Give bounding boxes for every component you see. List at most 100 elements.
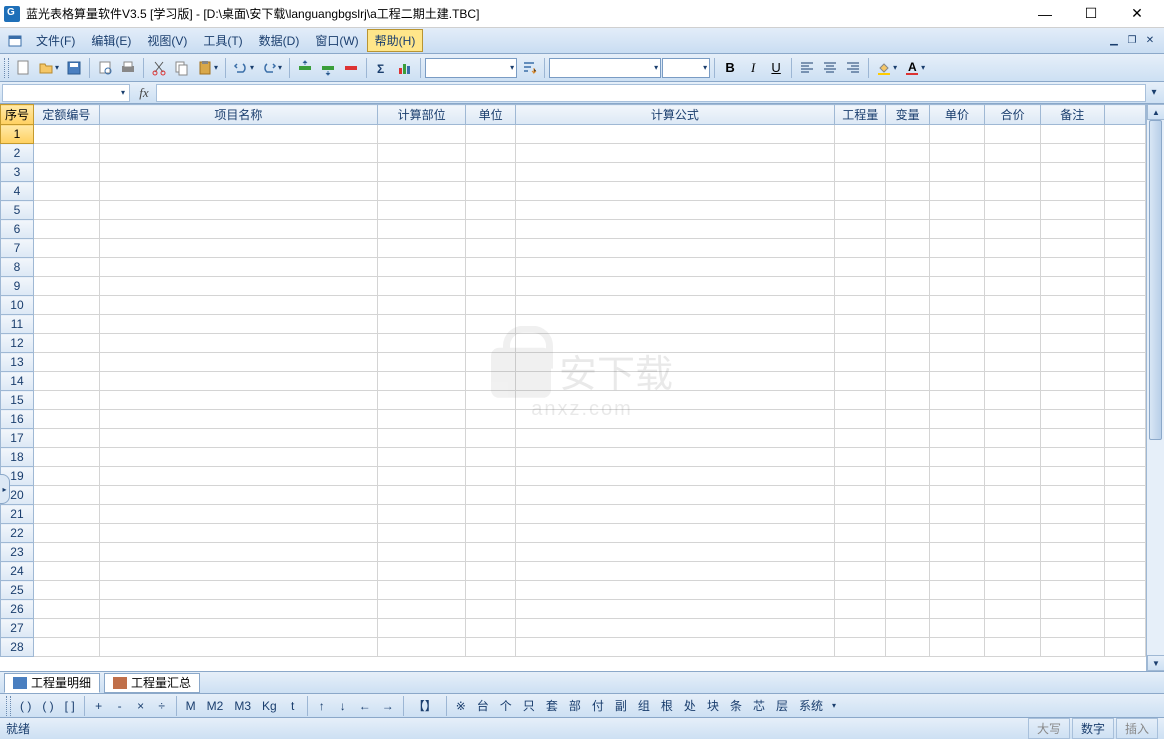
cell[interactable]	[515, 467, 834, 486]
cell[interactable]	[33, 562, 99, 581]
cell[interactable]	[99, 581, 377, 600]
cell[interactable]	[99, 182, 377, 201]
cell[interactable]	[99, 448, 377, 467]
cell[interactable]	[985, 600, 1041, 619]
cell[interactable]	[33, 201, 99, 220]
menu-file[interactable]: 文件(F)	[28, 29, 83, 52]
cell[interactable]	[929, 353, 985, 372]
append-row-button[interactable]	[317, 57, 339, 79]
cell[interactable]	[33, 391, 99, 410]
cell[interactable]	[1040, 182, 1104, 201]
row-header[interactable]: 10	[1, 296, 34, 315]
cell[interactable]	[834, 353, 885, 372]
cell[interactable]	[466, 638, 515, 657]
cell[interactable]	[1040, 315, 1104, 334]
cell[interactable]	[985, 562, 1041, 581]
sheet-tab-summary[interactable]: 工程量汇总	[104, 673, 200, 693]
symbol-button[interactable]: 套	[541, 696, 563, 716]
row-header[interactable]: 7	[1, 239, 34, 258]
cell[interactable]	[886, 315, 929, 334]
cell[interactable]	[929, 410, 985, 429]
cell[interactable]	[515, 296, 834, 315]
cell[interactable]	[834, 524, 885, 543]
cell[interactable]	[33, 410, 99, 429]
symbol-button[interactable]: ←	[354, 696, 376, 716]
cell[interactable]	[515, 524, 834, 543]
cell[interactable]	[33, 144, 99, 163]
cell[interactable]	[834, 505, 885, 524]
font-combo[interactable]: ▾	[425, 58, 517, 78]
cell[interactable]	[515, 163, 834, 182]
cell[interactable]	[33, 486, 99, 505]
cell[interactable]	[886, 562, 929, 581]
cell[interactable]	[834, 410, 885, 429]
column-header-code[interactable]: 定额编号	[33, 105, 99, 125]
menu-view[interactable]: 视图(V)	[139, 29, 195, 52]
cell[interactable]	[929, 562, 985, 581]
row-header[interactable]: 22	[1, 524, 34, 543]
cell[interactable]	[985, 619, 1041, 638]
row-header[interactable]: 23	[1, 543, 34, 562]
sheet-tab-detail[interactable]: 工程量明细	[4, 673, 100, 693]
cell[interactable]	[466, 239, 515, 258]
symbol-button[interactable]: ×	[131, 696, 151, 716]
cell[interactable]	[834, 486, 885, 505]
cell[interactable]	[834, 277, 885, 296]
cell[interactable]	[1040, 600, 1104, 619]
cell[interactable]	[466, 562, 515, 581]
column-header-var[interactable]: 变量	[886, 105, 929, 125]
cell[interactable]	[99, 258, 377, 277]
vertical-scrollbar[interactable]: ▲ ▼	[1146, 104, 1164, 671]
cell[interactable]	[929, 334, 985, 353]
cell[interactable]	[834, 391, 885, 410]
cell[interactable]	[377, 467, 466, 486]
cell[interactable]	[929, 543, 985, 562]
cell[interactable]	[1040, 201, 1104, 220]
symbol-button[interactable]: M2	[202, 696, 229, 716]
cell[interactable]	[377, 638, 466, 657]
cell[interactable]	[515, 277, 834, 296]
cell[interactable]	[985, 220, 1041, 239]
scroll-thumb[interactable]	[1149, 120, 1162, 440]
cell[interactable]	[33, 600, 99, 619]
cell[interactable]	[99, 638, 377, 657]
cell[interactable]	[33, 619, 99, 638]
cell[interactable]	[99, 125, 377, 144]
cut-button[interactable]	[148, 57, 170, 79]
cell[interactable]	[466, 315, 515, 334]
cell[interactable]	[929, 486, 985, 505]
insert-row-button[interactable]	[294, 57, 316, 79]
cell[interactable]	[466, 144, 515, 163]
corner-icon[interactable]	[6, 32, 24, 50]
column-header-unit[interactable]: 单位	[466, 105, 515, 125]
cell[interactable]	[515, 562, 834, 581]
row-header[interactable]: 8	[1, 258, 34, 277]
cell[interactable]	[886, 486, 929, 505]
cell[interactable]	[985, 144, 1041, 163]
cell[interactable]	[466, 619, 515, 638]
menu-edit[interactable]: 编辑(E)	[83, 29, 139, 52]
cell[interactable]	[377, 201, 466, 220]
cell[interactable]	[886, 353, 929, 372]
cell[interactable]	[886, 524, 929, 543]
cell[interactable]	[929, 239, 985, 258]
cell[interactable]	[886, 619, 929, 638]
cell[interactable]	[377, 220, 466, 239]
cell[interactable]	[466, 543, 515, 562]
cell[interactable]	[33, 182, 99, 201]
cell[interactable]	[1040, 543, 1104, 562]
scroll-up-button[interactable]: ▲	[1147, 104, 1164, 120]
symbol-button[interactable]: 处	[679, 696, 701, 716]
row-header[interactable]: 21	[1, 505, 34, 524]
cell[interactable]	[377, 486, 466, 505]
symbol-button[interactable]: ↓	[333, 696, 353, 716]
cell[interactable]	[99, 391, 377, 410]
open-button[interactable]: ▾	[35, 57, 62, 79]
cell[interactable]	[929, 125, 985, 144]
cell[interactable]	[834, 315, 885, 334]
row-header[interactable]: 24	[1, 562, 34, 581]
cell[interactable]	[985, 296, 1041, 315]
maximize-button[interactable]: ☐	[1068, 0, 1114, 28]
row-header[interactable]: 12	[1, 334, 34, 353]
cell[interactable]	[834, 144, 885, 163]
